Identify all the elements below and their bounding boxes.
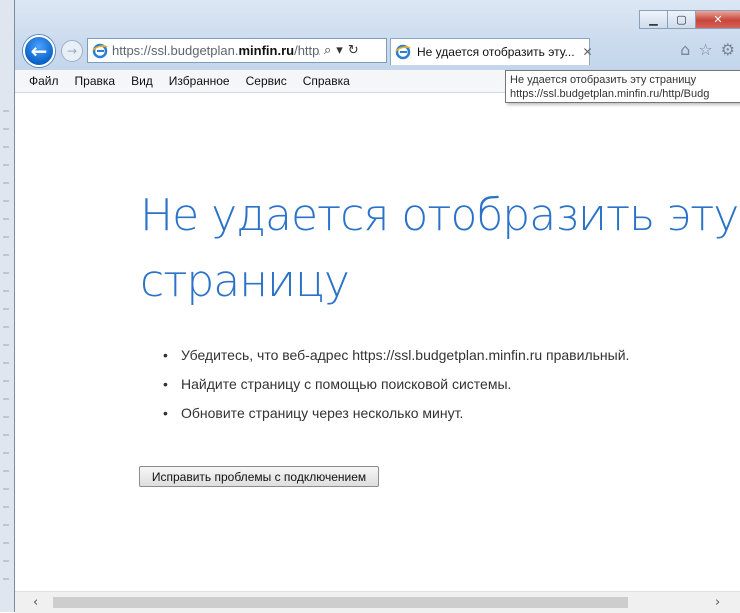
forward-arrow-icon: → [66, 44, 78, 58]
page-content: Не удается отобразить эту страницу • Убед… [15, 93, 740, 591]
toolbar-icons: ⌂ ☆ ⚙ [680, 40, 735, 59]
desktop-background [0, 0, 14, 612]
tab-close-icon[interactable]: ✕ [583, 45, 593, 59]
minimize-icon: ▁ [649, 13, 658, 26]
scroll-right-icon[interactable]: › [715, 595, 720, 610]
forward-button[interactable]: → [61, 40, 83, 62]
browser-tab[interactable]: Не удается отобразить эту... ✕ [390, 38, 593, 65]
gear-icon[interactable]: ⚙ [721, 40, 735, 59]
url-suffix: /http/Bu [294, 43, 320, 58]
suggestion-text: Обновите страницу через несколько минут. [181, 405, 464, 421]
horizontal-scrollbar[interactable]: ‹ › [15, 591, 740, 613]
bullet: • [163, 405, 168, 421]
fix-connection-button[interactable]: Исправить проблемы с подключением [139, 466, 379, 487]
tab-title: Не удается отобразить эту... [417, 45, 575, 59]
url-domain: minfin.ru [238, 43, 295, 58]
back-arrow-icon: ← [30, 39, 48, 63]
favorites-star-icon[interactable]: ☆ [698, 40, 712, 59]
desktop-edge-pattern [3, 110, 9, 590]
refresh-icon[interactable]: ↻ [348, 43, 359, 58]
tab-ie-icon [395, 44, 411, 60]
title-bar: ▁ ▢ ✕ ← → https://ssl.budgetplan.minfin.… [15, 0, 740, 70]
ie-page-icon [92, 43, 108, 58]
bullet: • [163, 347, 168, 363]
menu-item-file[interactable]: Файл [29, 74, 59, 88]
maximize-icon: ▢ [676, 13, 687, 26]
dropdown-icon[interactable]: ▾ [336, 43, 343, 58]
menu-item-favorites[interactable]: Избранное [169, 74, 230, 88]
menu-item-view[interactable]: Вид [131, 74, 153, 88]
scroll-thumb[interactable] [53, 597, 628, 608]
maximize-button[interactable]: ▢ [667, 10, 695, 29]
address-tools: ⌕ ▾ ↻ [324, 43, 359, 58]
suggestion-text: Убедитесь, что веб-адрес https://ssl.bud… [181, 347, 630, 363]
browser-window: ▁ ▢ ✕ ← → https://ssl.budgetplan.minfin.… [14, 0, 740, 613]
menu-item-edit[interactable]: Правка [75, 74, 116, 88]
url-prefix: https://ssl.budgetplan. [112, 43, 239, 58]
suggestions-list: • Убедитесь, что веб-адрес https://ssl.bu… [163, 341, 629, 428]
close-button[interactable]: ✕ [695, 10, 740, 29]
list-item: • Убедитесь, что веб-адрес https://ssl.bu… [163, 341, 629, 370]
tooltip-title: Не удается отобразить эту страницу [510, 74, 697, 86]
tooltip-url: https://ssl.budgetplan.minfin.ru/http/Bu… [510, 88, 710, 100]
address-url[interactable]: https://ssl.budgetplan.minfin.ru/http/Bu [112, 43, 320, 58]
close-icon: ✕ [713, 13, 723, 26]
suggestion-text: Найдите страницу с помощью поисковой сис… [181, 376, 512, 392]
list-item: • Обновите страницу через несколько минут… [163, 399, 629, 428]
back-button[interactable]: ← [23, 35, 55, 67]
bullet: • [163, 376, 168, 392]
menu-item-help[interactable]: Справка [303, 74, 350, 88]
tab-tooltip: Не удается отобразить эту страницу https… [505, 70, 740, 103]
minimize-button[interactable]: ▁ [639, 10, 667, 29]
window-controls: ▁ ▢ ✕ [639, 10, 740, 29]
list-item: • Найдите страницу с помощью поисковой си… [163, 370, 629, 399]
home-icon[interactable]: ⌂ [680, 40, 690, 59]
menu-item-tools[interactable]: Сервис [246, 74, 287, 88]
search-icon[interactable]: ⌕ [324, 43, 331, 58]
scroll-left-icon[interactable]: ‹ [33, 595, 38, 610]
page-title: Не удается отобразить эту страницу [140, 190, 739, 307]
address-bar[interactable]: https://ssl.budgetplan.minfin.ru/http/Bu… [87, 38, 387, 63]
